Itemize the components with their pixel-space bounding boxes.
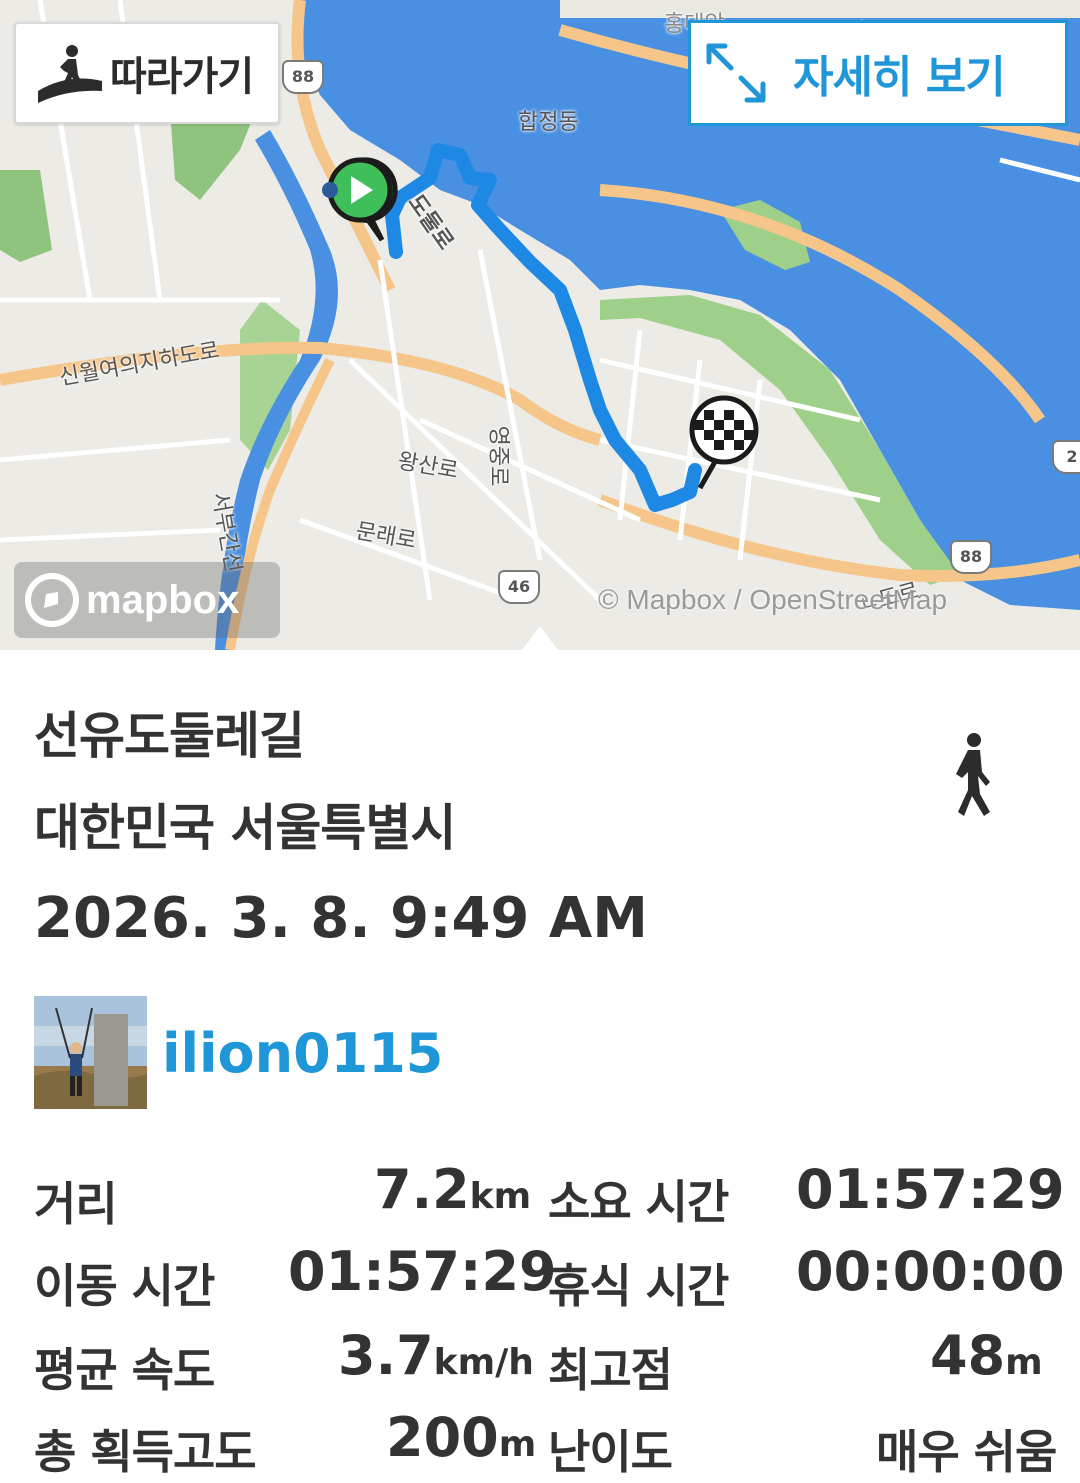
total-ascent-unit: m [498,1424,537,1465]
duration-label: 소요 시간 [548,1175,729,1229]
avg-speed-value: 3.7 [338,1324,434,1387]
track-info-panel: 선유도둘레길 대한민국 서울특별시 2026. 3. 8. 9:49 AM il… [0,650,1080,1483]
moving-time-value: 01:57:29 [288,1240,557,1303]
map-label-yeongjung: 영중로 [485,425,511,487]
avg-speed-label: 평균 속도 [34,1343,215,1397]
mapbox-logo-text: mapbox [86,577,240,622]
avatar-photo [34,996,147,1109]
route-region: 대한민국 서울특별시 [34,799,456,857]
max-elevation-value: 48 [930,1324,1006,1387]
user-avatar[interactable] [34,996,147,1109]
highway-88-shield: 88 [282,60,324,94]
rest-time-label: 휴식 시간 [548,1259,729,1313]
mapbox-logo[interactable]: mapbox [14,562,280,638]
map-panel-pointer [522,626,558,650]
avg-speed-value-group: 3.7km/h [338,1324,534,1387]
max-elevation-label: 최고점 [548,1343,673,1397]
moving-time-label: 이동 시간 [34,1259,215,1313]
detail-view-button[interactable]: 자세히 보기 [688,20,1068,126]
route-datetime: 2026. 3. 8. 9:49 AM [34,886,648,951]
distance-value-group: 7.2km [374,1158,531,1221]
detail-view-label: 자세히 보기 [793,52,1006,103]
map-label-hapjeong: 합정동 [518,110,579,135]
distance-value: 7.2 [374,1158,470,1221]
max-elevation-unit: m [1005,1342,1043,1383]
walking-person-icon [956,733,990,816]
highway-46-shield: 46 [498,570,540,604]
route-title: 선유도둘레길 [34,707,305,765]
map-attribution[interactable]: © Mapbox / OpenStreetMap [598,584,947,616]
total-ascent-value-group: 200m [386,1406,536,1469]
route-map[interactable]: 홍대앞 합정동 도둘로 신월여의지하도로 왕산로 문래로 영중로 서부간선 ㄴ도… [0,0,1080,650]
follow-walker-icon [38,45,102,103]
max-elevation-value-group: 48m [930,1324,1043,1387]
expand-arrows-icon [706,43,766,103]
duration-value: 01:57:29 [796,1158,1065,1221]
difficulty-value: 매우 쉬움 [876,1425,1057,1479]
highway-88-shield: 88 [950,540,992,574]
username-link[interactable]: ilion0115 [162,1022,443,1085]
rest-time-value: 00:00:00 [796,1240,1065,1303]
total-ascent-value: 200 [386,1406,499,1469]
distance-label: 거리 [34,1177,118,1231]
difficulty-label: 난이도 [548,1425,673,1479]
follow-button[interactable]: 따라가기 [14,22,280,124]
avg-speed-unit: km/h [433,1342,534,1383]
distance-unit: km [469,1176,532,1217]
total-ascent-label: 총 획득고도 [34,1425,257,1479]
mapbox-logo-icon [25,573,79,627]
highway-2-shield: 2 [1052,440,1080,474]
follow-button-label: 따라가기 [110,54,254,100]
